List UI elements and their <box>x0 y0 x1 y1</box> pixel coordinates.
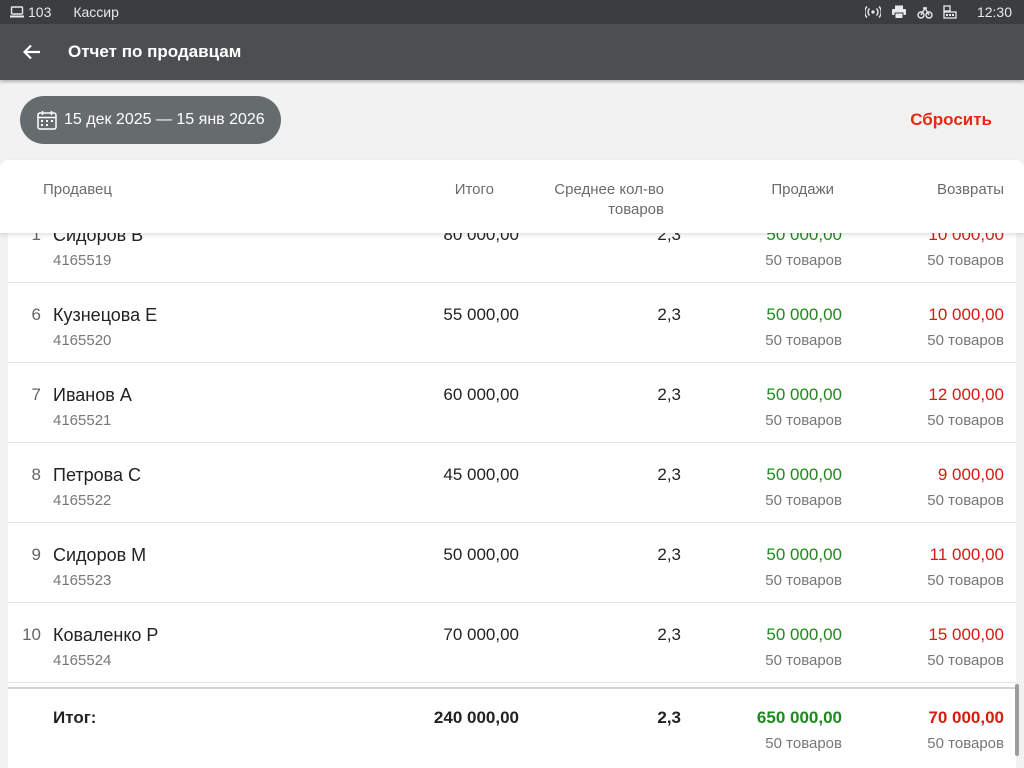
scale-icon <box>917 6 933 19</box>
status-time: 12:30 <box>976 4 1012 20</box>
seller-list[interactable]: 1 Сидоров В 4165519 80 000,00 2,3 50 000… <box>8 233 1016 687</box>
row-returns-count: 50 товаров <box>927 652 1004 669</box>
header-returns: Возвраты <box>936 181 1004 198</box>
row-total: 45 000,00 <box>443 465 519 484</box>
totals-label: Итог: <box>53 708 97 727</box>
seller-id: 4165522 <box>53 492 112 509</box>
seller-id: 4165523 <box>53 572 112 589</box>
header-avg-line1: Среднее кол-во <box>554 181 664 198</box>
seller-name: Сидоров В <box>53 233 144 245</box>
date-range-chip[interactable]: 15 дек 2025 — 15 янв 2026 <box>20 96 281 144</box>
header-sales: Продажи <box>771 181 834 198</box>
status-title: Кассир <box>73 4 119 20</box>
row-returns-count: 50 товаров <box>927 492 1004 509</box>
totals-returns-count: 50 товаров <box>927 735 1004 752</box>
row-sales: 50 000,00 <box>766 233 842 244</box>
table-row[interactable]: 6 Кузнецова Е 4165520 55 000,00 2,3 50 0… <box>8 283 1016 363</box>
row-number: 10 <box>22 625 41 644</box>
row-avg: 2,3 <box>657 233 681 244</box>
table-row[interactable]: 7 Иванов А 4165521 60 000,00 2,3 50 000,… <box>8 363 1016 443</box>
wireless-icon <box>864 6 881 18</box>
row-returns-count: 50 товаров <box>927 332 1004 349</box>
row-returns: 10 000,00 <box>928 233 1004 244</box>
status-left: 103 Кассир <box>0 4 119 20</box>
row-returns: 10 000,00 <box>928 305 1004 324</box>
row-sales-count: 50 товаров <box>765 332 842 349</box>
row-returns: 11 000,00 <box>929 545 1004 564</box>
seller-name: Иванов А <box>53 385 132 405</box>
seller-name: Кузнецова Е <box>53 305 158 325</box>
seller-id: 4165520 <box>53 332 112 349</box>
totals-sales-count: 50 товаров <box>765 735 842 752</box>
row-returns-count: 50 товаров <box>927 252 1004 269</box>
header-avg-line2: товаров <box>608 201 664 218</box>
row-returns: 9 000,00 <box>937 465 1004 484</box>
row-avg: 2,3 <box>657 385 681 404</box>
totals-avg: 2,3 <box>657 708 681 727</box>
app-bar: Отчет по продавцам <box>0 24 1024 80</box>
totals-row: Итог: 240 000,00 2,3 650 000,00 50 товар… <box>8 687 1016 768</box>
row-number: 6 <box>31 305 41 324</box>
row-sales: 50 000,00 <box>766 545 842 564</box>
cash-register-icon <box>943 5 957 19</box>
row-sales: 50 000,00 <box>766 385 842 404</box>
table-row[interactable]: 9 Сидоров М 4165523 50 000,00 2,3 50 000… <box>8 523 1016 603</box>
row-avg: 2,3 <box>657 625 681 644</box>
calendar-icon <box>37 111 57 130</box>
printer-icon <box>891 5 906 19</box>
table-row[interactable]: 8 Петрова С 4165522 45 000,00 2,3 50 000… <box>8 443 1016 523</box>
arrow-left-icon <box>23 44 40 60</box>
row-sales: 50 000,00 <box>766 305 842 324</box>
header-total: Итого <box>454 181 494 198</box>
device-number: 103 <box>28 4 52 20</box>
row-sales-count: 50 товаров <box>765 252 842 269</box>
computer-icon <box>10 6 24 18</box>
row-avg: 2,3 <box>657 465 681 484</box>
row-sales: 50 000,00 <box>766 625 842 644</box>
row-total: 60 000,00 <box>443 385 519 404</box>
totals-sales: 650 000,00 <box>756 708 842 727</box>
totals-total: 240 000,00 <box>433 708 519 727</box>
row-total: 70 000,00 <box>443 625 519 644</box>
seller-name: Петрова С <box>53 465 141 485</box>
reset-button[interactable]: Сбросить <box>910 110 992 130</box>
row-sales-count: 50 товаров <box>765 412 842 429</box>
seller-name: Коваленко Р <box>53 625 159 645</box>
row-sales-count: 50 товаров <box>765 492 842 509</box>
row-number: 8 <box>31 465 41 484</box>
status-right: 12:30 <box>855 4 1024 20</box>
row-avg: 2,3 <box>657 305 681 324</box>
scrollbar[interactable] <box>1015 684 1019 756</box>
filter-row: 15 дек 2025 — 15 янв 2026 Сбросить <box>0 80 1024 160</box>
table-row[interactable]: 10 Коваленко Р 4165524 70 000,00 2,3 50 … <box>8 603 1016 683</box>
row-avg: 2,3 <box>657 545 681 564</box>
row-returns: 15 000,00 <box>928 625 1004 644</box>
seller-id: 4165519 <box>53 252 112 269</box>
row-number: 9 <box>31 545 41 564</box>
row-number: 1 <box>31 233 41 244</box>
seller-rows: 1 Сидоров В 4165519 80 000,00 2,3 50 000… <box>8 233 1016 683</box>
seller-id: 4165524 <box>53 652 112 669</box>
seller-id: 4165521 <box>53 412 112 429</box>
row-returns-count: 50 товаров <box>927 412 1004 429</box>
row-total: 50 000,00 <box>443 545 519 564</box>
status-bar: 103 Кассир 12:30 <box>0 0 1024 24</box>
header-seller: Продавец <box>43 181 112 198</box>
table-header: Продавец Итого Среднее кол-во товаров Пр… <box>0 160 1024 233</box>
seller-name: Сидоров М <box>53 545 147 565</box>
date-range-label: 15 дек 2025 — 15 янв 2026 <box>64 111 265 128</box>
page-title: Отчет по продавцам <box>68 42 242 61</box>
table-row[interactable]: 1 Сидоров В 4165519 80 000,00 2,3 50 000… <box>8 233 1016 283</box>
row-sales: 50 000,00 <box>766 465 842 484</box>
row-sales-count: 50 товаров <box>765 652 842 669</box>
row-returns: 12 000,00 <box>928 385 1004 404</box>
totals-returns: 70 000,00 <box>928 708 1004 727</box>
header-avg-items: Среднее кол-во товаров <box>554 180 664 220</box>
row-number: 7 <box>31 385 41 404</box>
row-sales-count: 50 товаров <box>765 572 842 589</box>
row-returns-count: 50 товаров <box>927 572 1004 589</box>
row-total: 80 000,00 <box>443 233 519 244</box>
back-button[interactable] <box>10 30 54 74</box>
row-total: 55 000,00 <box>443 305 519 324</box>
